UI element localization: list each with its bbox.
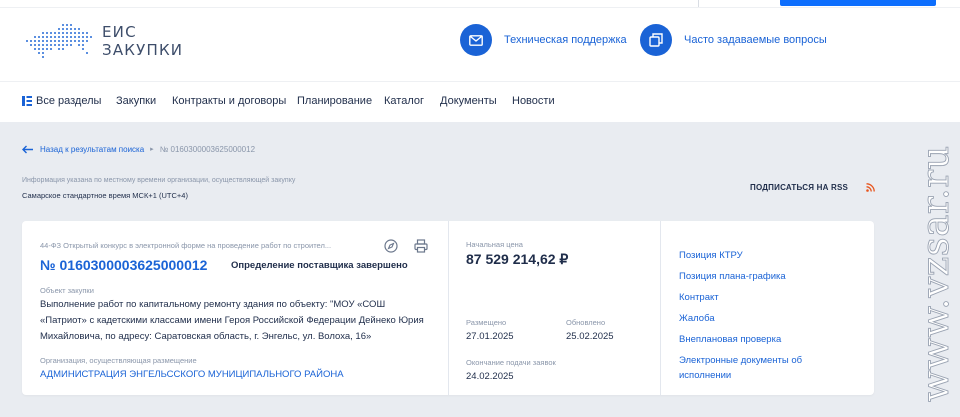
russia-map-icon <box>26 24 92 58</box>
watermark-text: www.vzsar.ru <box>914 145 957 402</box>
header: ЕИС ЗАКУПКИ Техническая поддержка Часто … <box>0 0 960 81</box>
initial-price: 87 529 214,62 ₽ <box>466 251 569 267</box>
procurement-number-link[interactable]: № 0160300003625000012 <box>40 257 207 273</box>
breadcrumb: Назад к результатам поиска ▸ № 016030000… <box>22 143 255 155</box>
link-electronic-execution-documents[interactable]: Электронные документы об исполнении <box>679 353 829 383</box>
organization-link[interactable]: АДМИНИСТРАЦИЯ ЭНГЕЛЬССКОГО МУНИЦИПАЛЬНОГ… <box>40 369 344 380</box>
posted-label: Размещено <box>466 318 507 327</box>
mail-icon <box>460 24 492 56</box>
logo-line-1: ЕИС <box>102 23 137 41</box>
site-watermark: www.vzsar.ru <box>914 145 958 403</box>
link-complaint[interactable]: Жалоба <box>679 311 829 326</box>
arrow-left-icon[interactable] <box>22 145 34 154</box>
support-label: Техническая поддержка <box>504 34 627 46</box>
procurement-status: Определение поставщика завершено <box>231 260 408 271</box>
card-divider <box>448 221 449 395</box>
deadline-date: 24.02.2025 <box>466 371 514 382</box>
procurement-card: 44-ФЗ Открытый конкурс в электронной фор… <box>22 221 874 395</box>
nav-item-contracts[interactable]: Контракты и договоры <box>172 95 286 107</box>
back-to-results-link[interactable]: Назад к результатам поиска <box>40 145 144 154</box>
deadline-label: Окончание подачи заявок <box>466 358 556 367</box>
posted-date: 27.01.2025 <box>466 331 514 342</box>
eis-logo[interactable]: ЕИС ЗАКУПКИ <box>22 22 192 62</box>
copy-icon <box>640 24 672 56</box>
rss-subscribe-link[interactable]: ПОДПИСАТЬСЯ НА RSS <box>750 183 848 192</box>
link-unscheduled-inspection[interactable]: Внеплановая проверка <box>679 332 829 347</box>
updated-label: Обновлено <box>566 318 606 327</box>
nav-item-procurement[interactable]: Закупки <box>116 95 156 107</box>
object-text: Выполнение работ по капитальному ремонту… <box>40 299 424 342</box>
price-label: Начальная цена <box>466 240 523 249</box>
timezone-value: Самарское стандартное время МСК+1 (UTC+4… <box>22 191 188 200</box>
link-plan-schedule-position[interactable]: Позиция плана-графика <box>679 269 829 284</box>
main-nav: Все разделы Закупки Контракты и договоры… <box>0 81 960 122</box>
sections-icon <box>22 96 32 106</box>
procurement-type: 44-ФЗ Открытый конкурс в электронной фор… <box>40 241 332 250</box>
nav-item-documents[interactable]: Документы <box>440 95 497 107</box>
support-link[interactable]: Техническая поддержка <box>460 24 627 56</box>
nav-item-catalog[interactable]: Каталог <box>384 95 424 107</box>
logo-text: ЕИС ЗАКУПКИ <box>102 23 183 59</box>
nav-item-all-sections[interactable]: Все разделы <box>36 95 101 107</box>
compass-icon[interactable] <box>384 239 398 253</box>
breadcrumb-current: № 0160300003625000012 <box>159 144 256 154</box>
logo-line-2: ЗАКУПКИ <box>102 41 184 59</box>
chevron-right-icon: ▸ <box>150 146 154 153</box>
nav-item-planning[interactable]: Планирование <box>297 95 372 107</box>
faq-link[interactable]: Часто задаваемые вопросы <box>640 24 827 56</box>
link-ktru-position[interactable]: Позиция КТРУ <box>679 248 829 263</box>
timezone-note: Информация указана по местному времени о… <box>22 177 296 184</box>
login-bar[interactable] <box>780 0 936 6</box>
organization-label: Организация, осуществляющая размещение <box>40 356 197 365</box>
object-label: Объект закупки <box>40 286 94 295</box>
rss-icon[interactable] <box>866 183 875 192</box>
faq-label: Часто задаваемые вопросы <box>684 34 827 46</box>
card-divider <box>660 221 661 395</box>
top-separator <box>698 0 699 7</box>
print-icon[interactable] <box>414 239 428 253</box>
link-contract[interactable]: Контракт <box>679 290 829 305</box>
nav-item-news[interactable]: Новости <box>512 95 555 107</box>
updated-date: 25.02.2025 <box>566 331 614 342</box>
